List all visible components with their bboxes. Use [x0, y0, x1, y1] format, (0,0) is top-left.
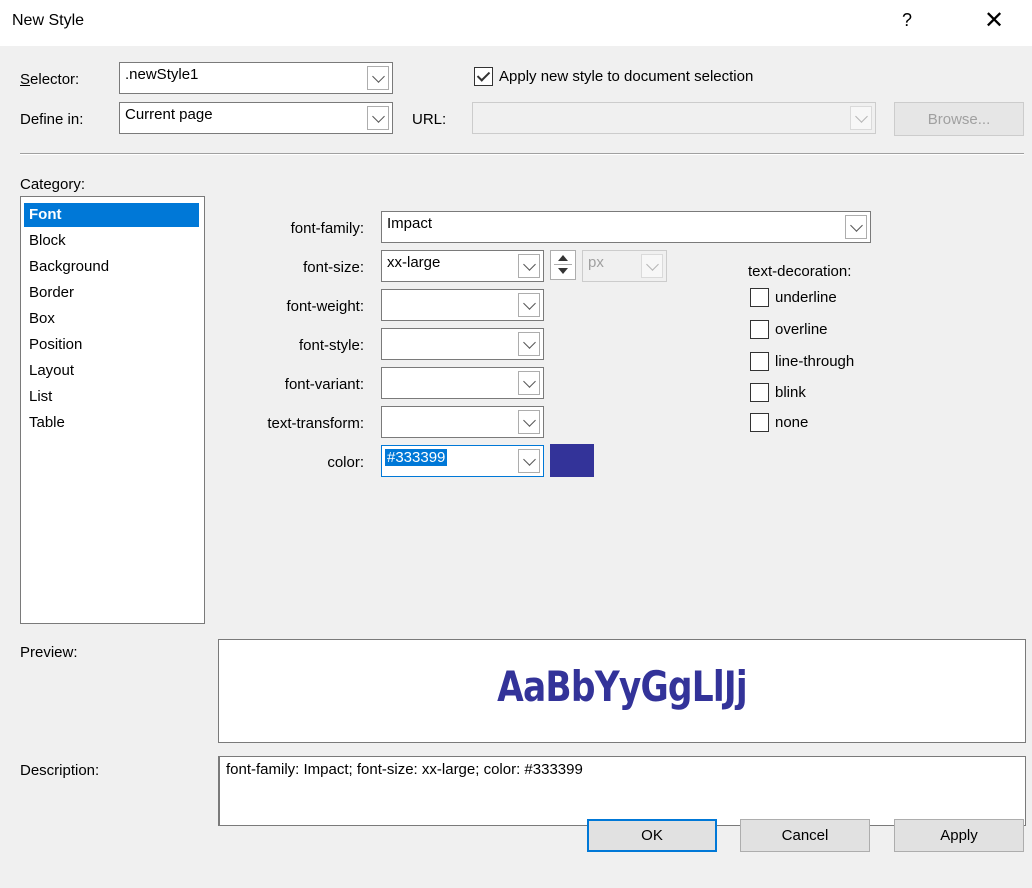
text-transform-label: text-transform:: [267, 415, 364, 432]
apply-new-style-label: Apply new style to document selection: [499, 68, 754, 85]
font-weight-dropdown-button[interactable]: [518, 293, 540, 317]
underline-label: underline: [775, 289, 837, 306]
url-dropdown-button[interactable]: [850, 106, 872, 130]
font-style-combo[interactable]: [381, 328, 544, 360]
color-swatch[interactable]: [550, 444, 594, 477]
chevron-down-icon: [522, 413, 536, 427]
chevron-down-icon: [522, 374, 536, 388]
chevron-down-icon: [371, 69, 385, 83]
separator: [20, 153, 1024, 155]
close-button[interactable]: ✕: [984, 6, 1004, 35]
define-in-value: Current page: [125, 106, 213, 123]
category-item-position[interactable]: Position: [24, 333, 199, 357]
color-combo[interactable]: #333399: [381, 445, 544, 477]
url-label: URL:: [412, 111, 447, 128]
font-style-dropdown-button[interactable]: [518, 332, 540, 356]
chevron-down-icon: [522, 296, 536, 310]
text-decoration-label: text-decoration:: [748, 263, 852, 280]
description-box: font-family: Impact; font-size: xx-large…: [218, 756, 1026, 826]
font-size-value: xx-large: [387, 254, 441, 271]
category-label: Category:: [20, 176, 86, 193]
blink-label: blink: [775, 384, 806, 401]
font-size-dropdown-button[interactable]: [518, 254, 540, 278]
cancel-button[interactable]: Cancel: [740, 819, 870, 852]
line-through-checkbox[interactable]: [750, 352, 769, 371]
chevron-down-icon: [371, 109, 385, 123]
text-transform-combo[interactable]: [381, 406, 544, 438]
title-bar: [0, 0, 1032, 46]
color-value: #333399: [385, 449, 448, 466]
category-item-border[interactable]: Border: [24, 281, 199, 305]
font-family-value: Impact: [387, 215, 433, 232]
selector-label-text: elector:: [30, 71, 80, 88]
selector-dropdown-button[interactable]: [367, 66, 389, 90]
checkmark-icon: [476, 68, 491, 82]
spinner-divider: [554, 264, 572, 265]
apply-button[interactable]: Apply: [894, 819, 1024, 852]
font-size-unit-dropdown-button[interactable]: [641, 254, 663, 278]
preview-label: Preview:: [20, 644, 78, 661]
category-item-background[interactable]: Background: [24, 255, 199, 279]
overline-label: overline: [775, 321, 828, 338]
category-item-layout[interactable]: Layout: [24, 359, 199, 383]
define-in-dropdown-button[interactable]: [367, 106, 389, 130]
chevron-down-icon: [522, 452, 536, 466]
color-dropdown-button[interactable]: [518, 449, 540, 473]
category-item-list[interactable]: List: [24, 385, 199, 409]
preview-box: AaBbYyGgLlJj: [218, 639, 1026, 743]
dialog-title: New Style: [12, 12, 85, 29]
underline-checkbox[interactable]: [750, 288, 769, 307]
blink-checkbox[interactable]: [750, 383, 769, 402]
font-weight-combo[interactable]: [381, 289, 544, 321]
selector-value: .newStyle1: [125, 66, 199, 83]
description-label: Description:: [20, 762, 100, 779]
selector-combo[interactable]: .newStyle1: [119, 62, 393, 94]
overline-checkbox[interactable]: [750, 320, 769, 339]
chevron-down-icon: [849, 218, 863, 232]
font-family-dropdown-button[interactable]: [845, 215, 867, 239]
category-listbox[interactable]: Font Block Background Border Box Positio…: [20, 196, 205, 624]
help-button[interactable]: ?: [902, 10, 912, 31]
text-transform-dropdown-button[interactable]: [518, 410, 540, 434]
font-size-combo[interactable]: xx-large: [381, 250, 544, 282]
category-item-box[interactable]: Box: [24, 307, 199, 331]
font-style-label: font-style:: [298, 337, 364, 354]
font-variant-label: font-variant:: [284, 376, 364, 393]
category-item-table[interactable]: Table: [24, 411, 199, 435]
line-through-label: line-through: [775, 353, 855, 370]
apply-new-style-checkbox[interactable]: [474, 67, 493, 86]
font-family-label: font-family:: [290, 220, 364, 237]
define-in-label: Define in:: [20, 111, 84, 128]
font-family-combo[interactable]: Impact: [381, 211, 871, 243]
chevron-down-icon: [645, 257, 659, 271]
font-size-unit-combo[interactable]: px: [582, 250, 667, 282]
chevron-down-icon: [522, 257, 536, 271]
chevron-down-icon: [854, 109, 868, 123]
font-size-label: font-size:: [303, 259, 364, 276]
define-in-combo[interactable]: Current page: [119, 102, 393, 134]
font-variant-combo[interactable]: [381, 367, 544, 399]
url-combo[interactable]: [472, 102, 876, 134]
spin-down-icon[interactable]: [558, 268, 568, 274]
category-item-font[interactable]: Font: [24, 203, 199, 227]
category-item-block[interactable]: Block: [24, 229, 199, 253]
font-variant-dropdown-button[interactable]: [518, 371, 540, 395]
selector-label: Selector:: [20, 71, 80, 88]
preview-text: AaBbYyGgLlJj: [497, 662, 747, 711]
font-size-spinner[interactable]: [550, 250, 576, 280]
spin-up-icon[interactable]: [558, 255, 568, 261]
font-size-unit-value: px: [588, 254, 604, 271]
color-label: color:: [327, 454, 364, 471]
ok-button[interactable]: OK: [587, 819, 717, 852]
none-checkbox[interactable]: [750, 413, 769, 432]
none-label: none: [775, 414, 809, 431]
chevron-down-icon: [522, 335, 536, 349]
font-weight-label: font-weight:: [286, 298, 364, 315]
browse-button[interactable]: Browse...: [894, 102, 1024, 136]
